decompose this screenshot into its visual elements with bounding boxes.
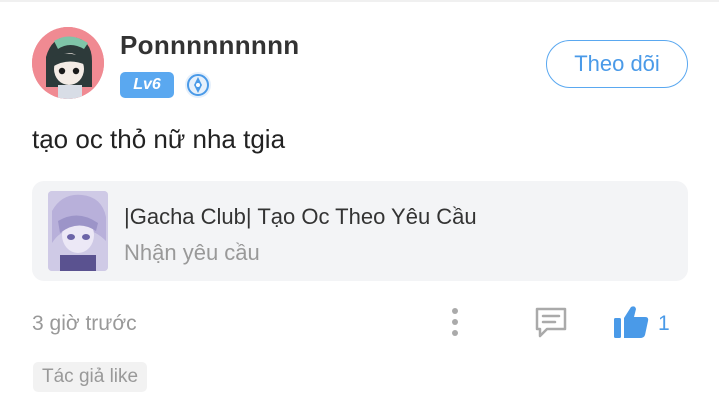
avatar[interactable] bbox=[32, 27, 104, 99]
top-divider bbox=[0, 0, 719, 2]
linked-post-card[interactable]: |Gacha Club| Tạo Oc Theo Yêu Cầu Nhận yê… bbox=[32, 181, 688, 281]
comment-icon[interactable] bbox=[533, 305, 569, 339]
linked-post-thumbnail bbox=[48, 191, 108, 271]
post-text: tạo oc thỏ nữ nha tgia bbox=[32, 124, 286, 154]
post-timestamp: 3 giờ trước bbox=[32, 312, 137, 335]
medal-icon bbox=[185, 72, 211, 98]
level-badge: Lv6 bbox=[120, 72, 174, 98]
follow-button[interactable]: Theo dõi bbox=[546, 40, 688, 88]
linked-post-subtitle: Nhận yêu cầu bbox=[124, 240, 260, 265]
linked-post-title: |Gacha Club| Tạo Oc Theo Yêu Cầu bbox=[124, 204, 477, 229]
author-liked-tag[interactable]: Tác giả like bbox=[33, 362, 148, 392]
more-vertical-icon[interactable] bbox=[440, 305, 470, 339]
like-count: 1 bbox=[658, 312, 670, 335]
author-username[interactable]: Ponnnnnnnnn bbox=[120, 30, 299, 61]
thumbs-up-icon[interactable] bbox=[612, 304, 650, 340]
